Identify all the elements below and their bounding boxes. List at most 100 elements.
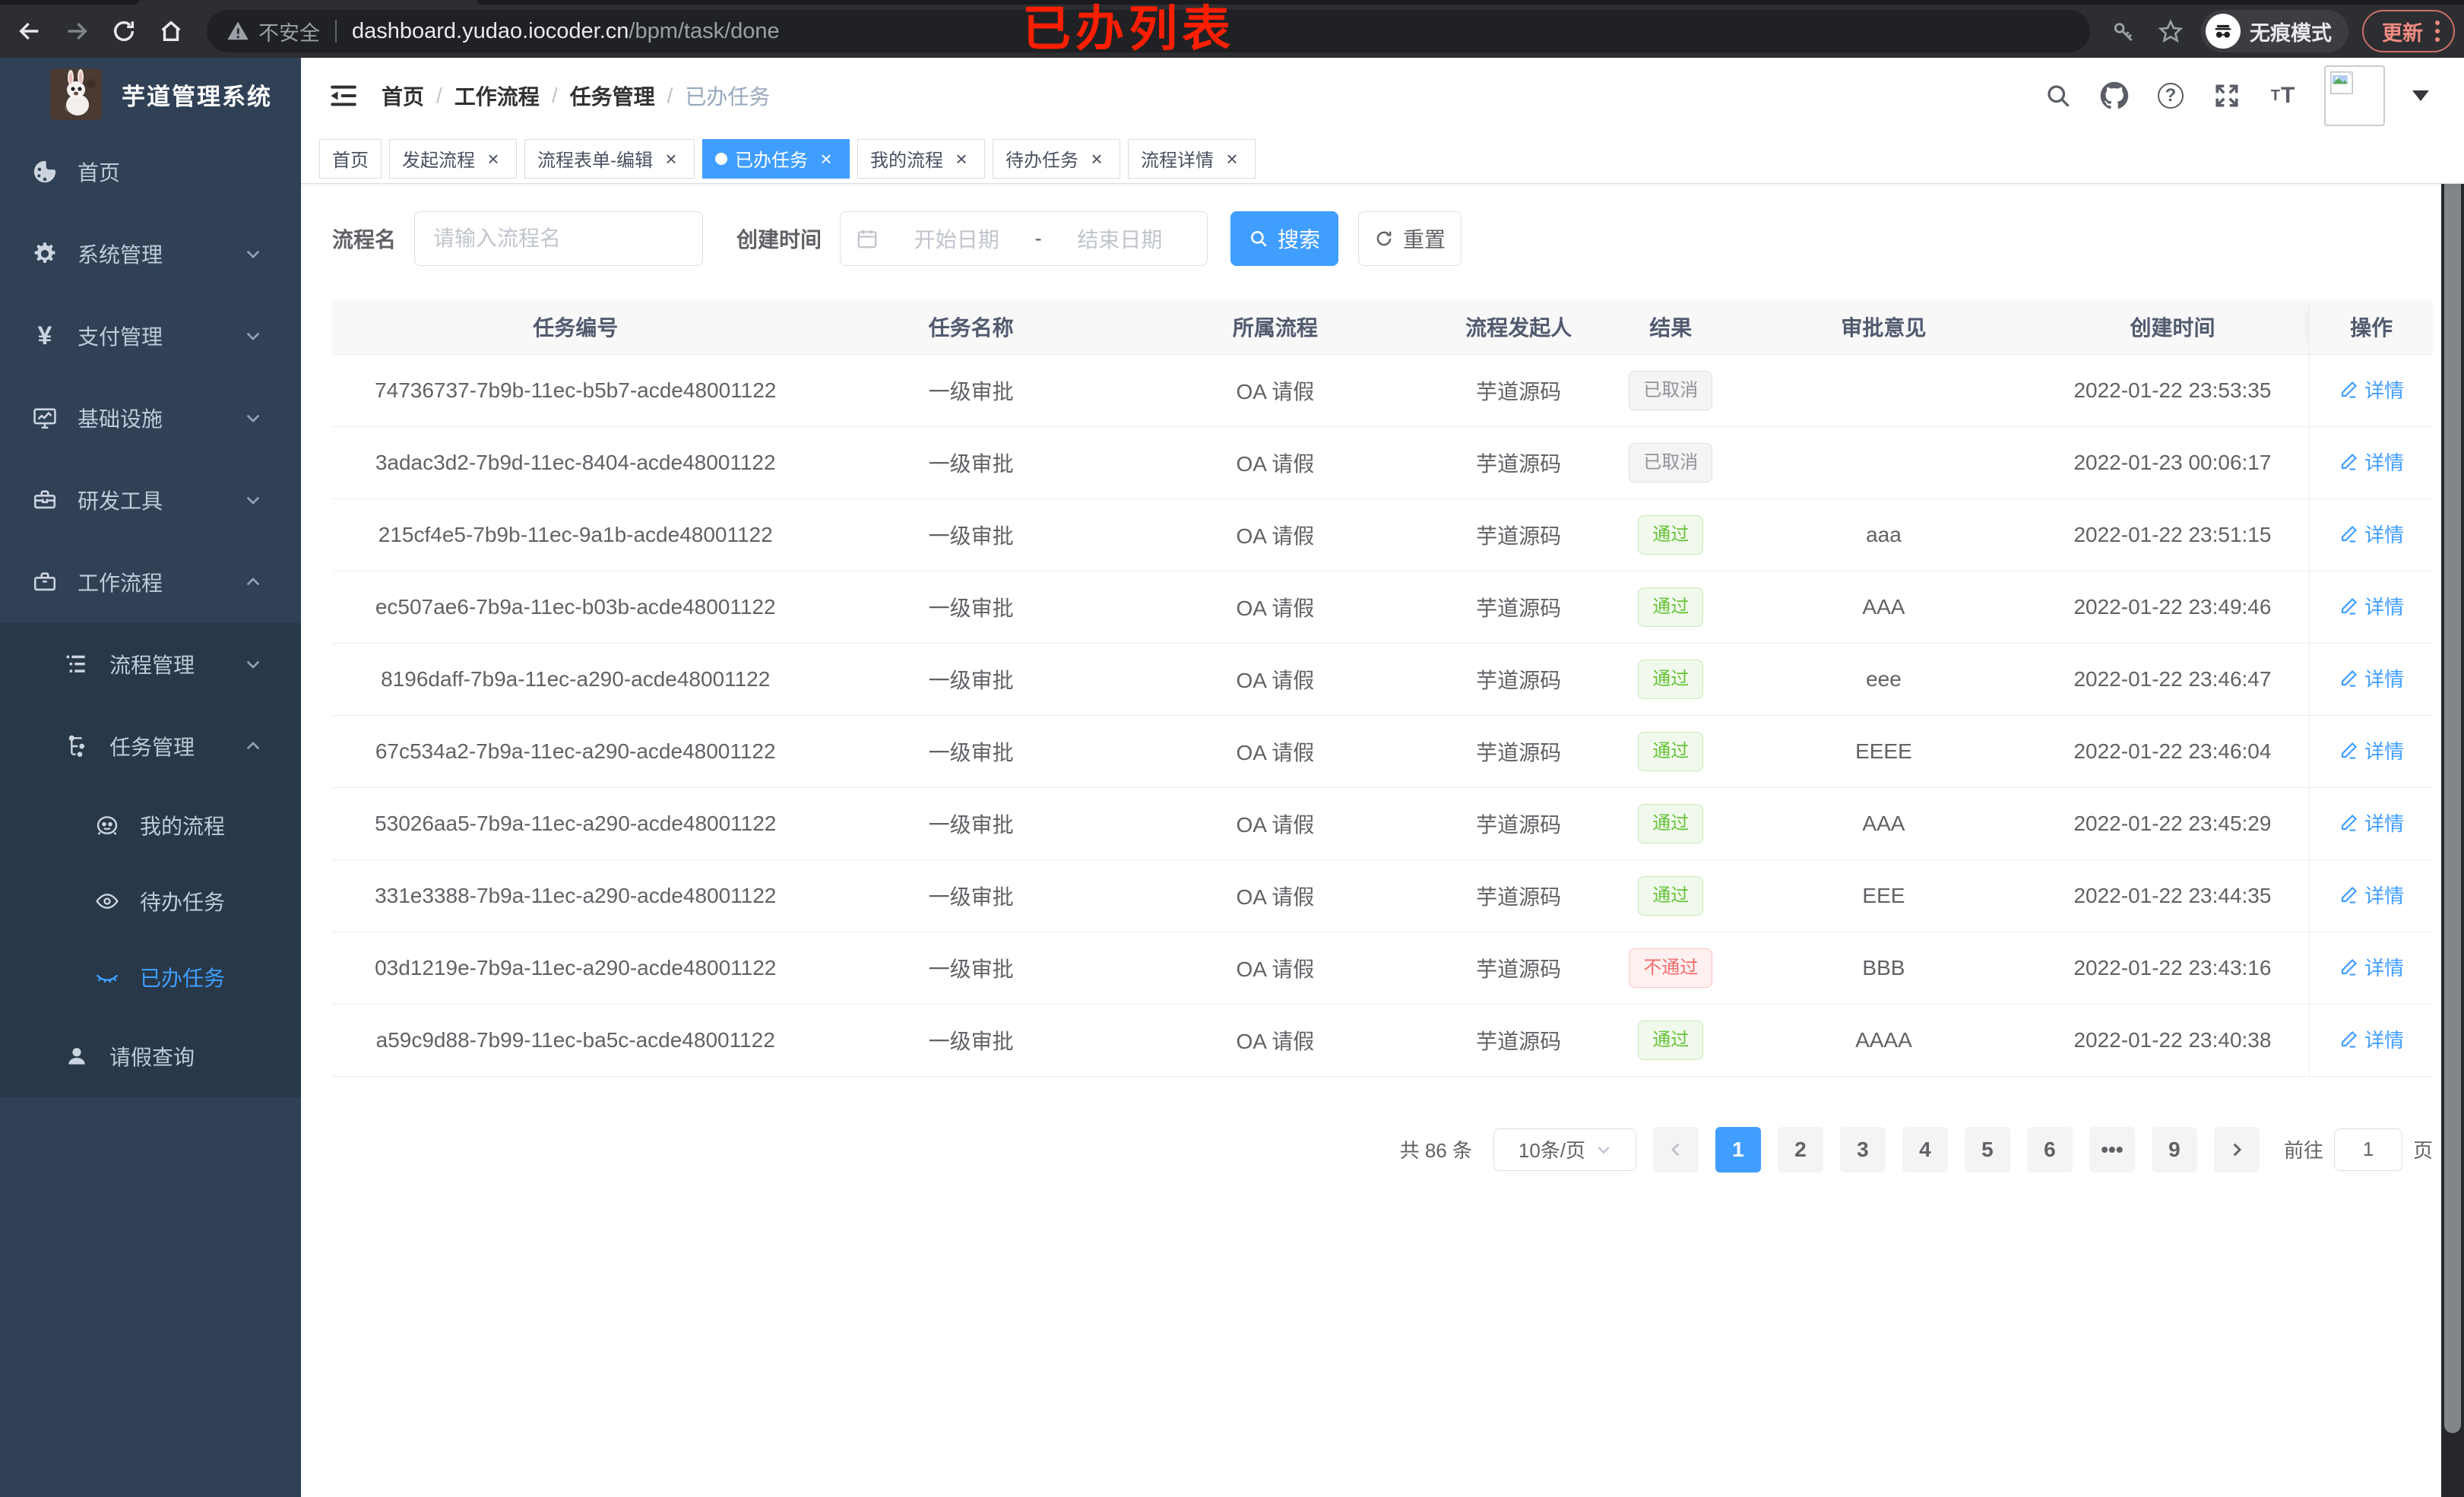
breadcrumb-home[interactable]: 首页 bbox=[382, 81, 424, 111]
close-icon[interactable]: × bbox=[1086, 148, 1107, 169]
close-icon[interactable]: × bbox=[483, 148, 504, 169]
detail-link[interactable]: 详情 bbox=[2339, 520, 2404, 548]
detail-link[interactable]: 详情 bbox=[2339, 664, 2404, 692]
page-button-1[interactable]: 1 bbox=[1715, 1126, 1761, 1173]
close-icon[interactable]: × bbox=[816, 148, 837, 169]
sidebar-item-system[interactable]: 系统管理 bbox=[0, 213, 301, 295]
browser-menu-icon[interactable] bbox=[2435, 21, 2440, 42]
page-size-select[interactable]: 10条/页 bbox=[1493, 1128, 1636, 1171]
search-icon[interactable] bbox=[2043, 81, 2073, 111]
detail-label: 详情 bbox=[2364, 668, 2405, 692]
sidebar-item-home[interactable]: 首页 bbox=[0, 131, 301, 213]
reset-button[interactable]: 重置 bbox=[1358, 211, 1462, 266]
eye-open-icon bbox=[93, 889, 122, 913]
browser-home-button[interactable] bbox=[152, 12, 190, 50]
detail-link[interactable]: 详情 bbox=[2339, 448, 2404, 476]
detail-link[interactable]: 详情 bbox=[2339, 592, 2404, 620]
date-range-picker[interactable]: 开始日期 - 结束日期 bbox=[840, 211, 1208, 266]
page-button-3[interactable]: 3 bbox=[1839, 1126, 1886, 1173]
browser-controls: 无痕模式 更新 bbox=[2107, 10, 2455, 52]
edit-icon bbox=[2342, 525, 2358, 543]
goto-page-input[interactable] bbox=[2333, 1128, 2402, 1171]
tab-home[interactable]: 首页 bbox=[319, 138, 382, 179]
page-button-4[interactable]: 4 bbox=[1902, 1126, 1948, 1173]
avatar[interactable] bbox=[2324, 65, 2385, 126]
tab-start-process[interactable]: 发起流程 × bbox=[389, 138, 517, 179]
page-button-6[interactable]: 6 bbox=[2026, 1126, 2073, 1173]
breadcrumb-workflow[interactable]: 工作流程 bbox=[454, 81, 540, 111]
tab-form-edit[interactable]: 流程表单-编辑 × bbox=[524, 138, 695, 179]
detail-link[interactable]: 详情 bbox=[2339, 881, 2404, 909]
search-button[interactable]: 搜索 bbox=[1230, 211, 1339, 266]
status-badge: 通过 bbox=[1638, 731, 1704, 771]
user-icon bbox=[62, 1044, 91, 1068]
prev-page-button[interactable] bbox=[1652, 1126, 1699, 1173]
bookmark-star-icon[interactable] bbox=[2154, 14, 2187, 48]
sidebar-item-todo-tasks[interactable]: 待办任务 bbox=[0, 863, 301, 939]
sidebar-item-devtools[interactable]: 研发工具 bbox=[0, 459, 301, 541]
browser-back-button[interactable] bbox=[11, 12, 49, 50]
fullscreen-icon[interactable] bbox=[2212, 81, 2242, 111]
cell-task-name: 一级审批 bbox=[819, 643, 1123, 716]
detail-link[interactable]: 详情 bbox=[2339, 736, 2404, 764]
chevron-down-icon bbox=[245, 328, 261, 344]
sidebar-item-infrastructure[interactable]: 基础设施 bbox=[0, 377, 301, 459]
page-button-2[interactable]: 2 bbox=[1777, 1126, 1823, 1173]
page-button-9[interactable]: 9 bbox=[2151, 1126, 2197, 1173]
table-row: 03d1219e-7b9a-11ec-a290-acde48001122 一级审… bbox=[332, 932, 2433, 1005]
table-row: 3adac3d2-7b9d-11ec-8404-acde48001122 一级审… bbox=[332, 426, 2433, 499]
detail-link[interactable]: 详情 bbox=[2339, 1025, 2404, 1053]
process-name-input[interactable] bbox=[414, 211, 704, 266]
chevron-up-icon bbox=[245, 574, 261, 590]
sidebar-item-process-management[interactable]: 流程管理 bbox=[0, 623, 301, 705]
sidebar-collapse-button[interactable] bbox=[327, 79, 360, 112]
more-pages-button[interactable]: ••• bbox=[2089, 1126, 2135, 1173]
table-row: 67c534a2-7b9a-11ec-a290-acde48001122 一级审… bbox=[332, 715, 2433, 788]
table-row: 53026aa5-7b9a-11ec-a290-acde48001122 一级审… bbox=[332, 787, 2433, 860]
tab-my-process[interactable]: 我的流程 × bbox=[857, 138, 985, 179]
sidebar-item-label: 工作流程 bbox=[78, 571, 163, 595]
browser-update-button[interactable]: 更新 bbox=[2362, 10, 2455, 52]
detail-link[interactable]: 详情 bbox=[2339, 809, 2404, 837]
tab-done-tasks[interactable]: 已办任务 × bbox=[702, 138, 850, 179]
help-icon[interactable]: ? bbox=[2155, 81, 2186, 111]
table-row: 331e3388-7b9a-11ec-a290-acde48001122 一级审… bbox=[332, 859, 2433, 932]
browser-reload-button[interactable] bbox=[105, 12, 143, 50]
close-icon[interactable]: × bbox=[660, 148, 682, 169]
page-button-5[interactable]: 5 bbox=[1964, 1126, 2010, 1173]
incognito-badge: 无痕模式 bbox=[2201, 10, 2348, 52]
scrollbar-thumb[interactable] bbox=[2444, 65, 2461, 1433]
sidebar-item-my-process[interactable]: 我的流程 bbox=[0, 787, 301, 863]
detail-link[interactable]: 详情 bbox=[2339, 953, 2404, 981]
cell-starter: 芋道源码 bbox=[1427, 498, 1610, 571]
tab-todo-tasks[interactable]: 待办任务 × bbox=[993, 138, 1120, 179]
tab-process-detail[interactable]: 流程详情 × bbox=[1128, 138, 1256, 179]
page-scrollbar[interactable] bbox=[2441, 58, 2464, 1497]
sidebar-logo[interactable]: 芋道管理系统 bbox=[0, 58, 301, 131]
sidebar-item-task-management[interactable]: 任务管理 bbox=[0, 705, 301, 787]
font-size-icon[interactable]: TT bbox=[2268, 81, 2298, 111]
password-key-icon[interactable] bbox=[2107, 14, 2140, 48]
detail-label: 详情 bbox=[2364, 812, 2405, 836]
cell-task-id: 215cf4e5-7b9b-11ec-9a1b-acde48001122 bbox=[332, 498, 819, 571]
cell-process: OA 请假 bbox=[1123, 1004, 1428, 1077]
done-tasks-table: 任务编号 任务名称 所属流程 流程发起人 结果 审批意见 创建时间 操作 747 bbox=[332, 299, 2433, 1077]
browser-forward-button[interactable] bbox=[58, 12, 96, 50]
avatar-caret-icon[interactable] bbox=[2412, 90, 2429, 101]
close-icon[interactable]: × bbox=[1221, 148, 1243, 169]
cell-task-name: 一级审批 bbox=[819, 932, 1123, 1005]
cell-starter: 芋道源码 bbox=[1427, 787, 1610, 860]
close-icon[interactable]: × bbox=[951, 148, 972, 169]
detail-link[interactable]: 详情 bbox=[2339, 375, 2404, 404]
cell-process: OA 请假 bbox=[1123, 859, 1428, 932]
insecure-indicator[interactable]: 不安全 bbox=[226, 17, 320, 46]
sidebar-item-workflow[interactable]: 工作流程 bbox=[0, 541, 301, 623]
cell-comment: EEEE bbox=[1731, 715, 2036, 788]
sidebar-item-payment[interactable]: ¥ 支付管理 bbox=[0, 295, 301, 377]
next-page-button[interactable] bbox=[2213, 1126, 2260, 1173]
sidebar-item-done-tasks[interactable]: 已办任务 bbox=[0, 939, 301, 1015]
breadcrumb-task-management[interactable]: 任务管理 bbox=[570, 81, 655, 111]
cell-result: 通过 bbox=[1610, 498, 1732, 571]
github-icon[interactable] bbox=[2099, 81, 2130, 111]
sidebar-item-leave-query[interactable]: 请假查询 bbox=[0, 1015, 301, 1097]
